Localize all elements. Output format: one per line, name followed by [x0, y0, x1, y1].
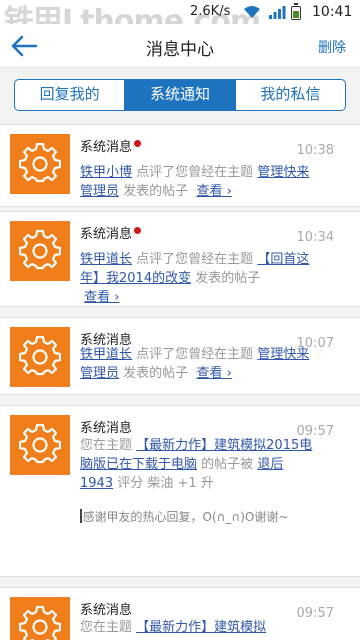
user-link[interactable]: 铁甲道长: [80, 347, 132, 362]
gear-glyph: [19, 230, 61, 270]
message-text: 的帖子被: [201, 457, 254, 472]
message-sender: 系统消息: [80, 603, 133, 618]
message-text: 您在主题: [80, 620, 133, 635]
status-bar: 铁甲Lthome.com 2.6K/s 10:41: [0, 0, 360, 39]
list-item[interactable]: 系统消息 09:57 您在主题 【最新力作】建筑模拟: [0, 587, 360, 640]
network-speed: 2.6K/s: [190, 4, 231, 19]
tab-replies[interactable]: 回复我的: [15, 80, 124, 110]
list-item[interactable]: 系统消息 10:34 铁甲道长 点评了您曾经在主题 【回首这年】我2014的改变…: [0, 211, 360, 307]
signal-icon: [269, 6, 286, 19]
message-body: 铁甲道长 点评了您曾经在主题 管理快来 管理员 发表的帖子 查看 ›: [80, 345, 316, 383]
gear-icon: [10, 415, 70, 475]
message-body: 您在主题 【最新力作】建筑模拟2015电脑版已在下载于电脑 的帖子被 退后194…: [80, 436, 316, 493]
message-body: 您在主题 【最新力作】建筑模拟: [80, 618, 316, 637]
message-body: 铁甲小博 点评了您曾经在主题 管理快来 管理员 发表的帖子 查看 ›: [80, 163, 316, 201]
list-item[interactable]: 系统消息 10:38 铁甲小博 点评了您曾经在主题 管理快来 管理员 发表的帖子…: [0, 124, 360, 207]
tab-private-messages[interactable]: 我的私信: [234, 80, 345, 110]
message-time: 10:38: [296, 143, 334, 158]
message-tabs: 回复我的 系统通知 我的私信: [14, 79, 346, 111]
message-text: 点评了您曾经在主题: [136, 165, 254, 180]
list-item[interactable]: 系统消息 10:07 铁甲道长 点评了您曾经在主题 管理快来 管理员 发表的帖子…: [0, 317, 360, 395]
message-text: 发表的帖子: [123, 184, 189, 199]
message-sender: 系统消息: [80, 223, 142, 242]
gear-glyph: [19, 143, 61, 183]
message-sender: 系统消息: [80, 421, 133, 436]
view-link[interactable]: 查看 ›: [196, 184, 231, 199]
gear-icon: [10, 327, 70, 387]
app-header: 消息中心 删除: [0, 24, 360, 68]
gear-glyph: [19, 606, 61, 640]
message-text: 发表的帖子: [123, 366, 189, 381]
reply-quote: 感谢甲友的热心回复，O(∩_∩)O谢谢~: [80, 508, 316, 527]
view-link[interactable]: 查看 ›: [84, 290, 119, 305]
view-link[interactable]: 查看 ›: [196, 366, 231, 381]
message-time: 10:34: [296, 230, 334, 245]
gear-glyph: [19, 336, 61, 376]
message-text: 发表的帖子: [195, 271, 261, 286]
message-text: 评分 柴油 +1 升: [117, 476, 214, 491]
status-time: 10:41: [312, 4, 353, 20]
topic-link[interactable]: 【最新力作】建筑模拟: [136, 620, 266, 635]
battery-icon: [291, 3, 301, 20]
message-text: 点评了您曾经在主题: [136, 252, 254, 267]
list-item[interactable]: 系统消息 09:57 您在主题 【最新力作】建筑模拟2015电脑版已在下载于电脑…: [0, 405, 360, 577]
message-text: 点评了您曾经在主题: [136, 347, 254, 362]
user-link[interactable]: 铁甲小博: [80, 165, 132, 180]
gear-glyph: [19, 424, 61, 464]
gear-icon: [10, 597, 70, 640]
message-text: 您在主题: [80, 438, 133, 453]
delete-button[interactable]: 删除: [318, 37, 346, 57]
gear-icon: [10, 134, 70, 194]
page-title: 消息中心: [146, 40, 214, 60]
user-link[interactable]: 铁甲道长: [80, 252, 132, 267]
tab-system-notice[interactable]: 系统通知: [124, 80, 235, 110]
wifi-icon: [244, 6, 260, 18]
gear-icon: [10, 221, 70, 281]
unread-dot: [134, 227, 142, 234]
message-body: 铁甲道长 点评了您曾经在主题 【回首这年】我2014的改变 发表的帖子 查看 ›: [80, 250, 316, 306]
unread-dot: [134, 140, 142, 147]
message-sender: 系统消息: [80, 136, 142, 155]
